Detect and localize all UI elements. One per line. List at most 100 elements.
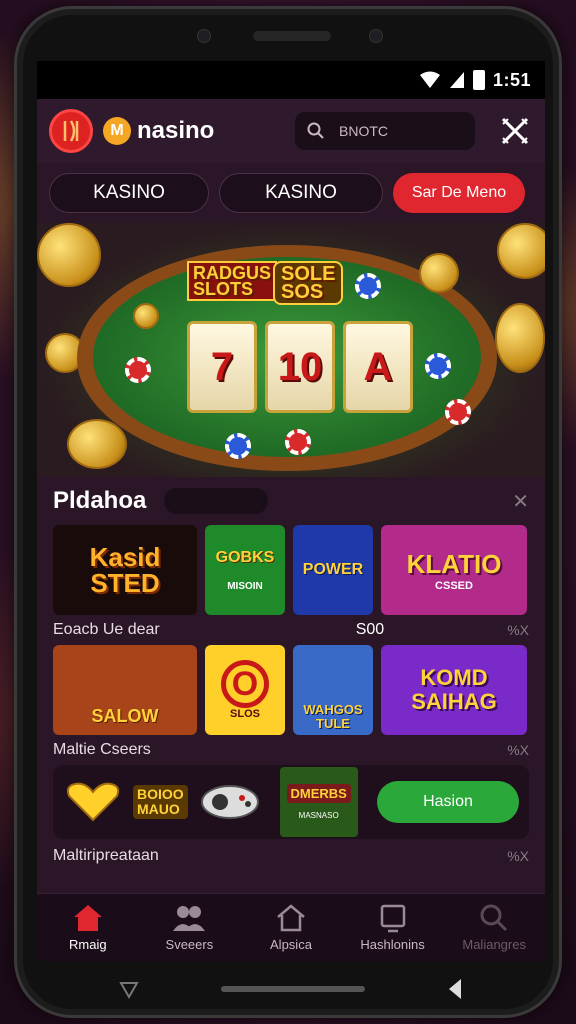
status-time: 1:51: [492, 69, 531, 90]
back-icon[interactable]: [445, 977, 465, 1001]
game-tile-gobks[interactable]: GOBKS MISOIN: [205, 525, 285, 615]
search-input[interactable]: BNOTC: [295, 112, 475, 150]
users-icon: [173, 906, 206, 931]
reel-1: 7: [187, 321, 257, 413]
slot-sign-right: SOLE SOS: [273, 261, 344, 305]
game-tile-title: O: [221, 660, 269, 708]
game-tile-title: SALOW: [91, 706, 159, 726]
chip-icon: [355, 273, 381, 299]
game-tile-subtitle: MISOIN: [227, 580, 263, 592]
chip-icon: [425, 353, 451, 379]
section-title: Pldahoa: [53, 487, 147, 514]
nav-item-home[interactable]: Rmaig: [37, 894, 139, 961]
gold-coin-icon: [497, 223, 545, 279]
nav-label: Hashlonins: [360, 937, 425, 952]
slot-sign-left: RADGUS SLOTS: [187, 261, 278, 301]
front-camera-icon: [369, 29, 383, 43]
play-button[interactable]: Hasion: [377, 781, 519, 823]
game-tile-title: KLATIO: [406, 548, 502, 579]
row-2-label: Maltie Cseers: [53, 741, 151, 758]
search-icon: [307, 122, 324, 139]
games-section: Pldahoa ✕ Kasid STED GOBKS MISOIN POWER …: [37, 477, 545, 873]
row-1-footer: Eoacb Ue dear S00 %X: [53, 615, 529, 645]
row-1-dismiss[interactable]: %X: [507, 622, 529, 638]
nav-label: Sveeers: [165, 937, 214, 952]
game-tile-title: KOMD SAIHAG: [411, 665, 497, 714]
nav-item-search[interactable]: Maliangres: [443, 894, 545, 961]
search-icon: [480, 904, 508, 932]
home-red-icon: [73, 905, 102, 931]
row-3-dismiss[interactable]: %X: [507, 848, 529, 864]
game-tile-slos[interactable]: O SLOS: [205, 645, 285, 735]
row-3-footer: Maltiripreataan %X: [53, 839, 529, 873]
section-close-icon[interactable]: ✕: [512, 489, 529, 514]
row-1-value: S00: [355, 621, 385, 638]
gold-coin-icon: [495, 303, 545, 373]
gold-coin-icon: [37, 223, 101, 287]
game-tile-wahgos[interactable]: WAHGOS TULE: [293, 645, 373, 735]
logo-mark-icon: [63, 120, 79, 142]
nav-label: Maliangres: [462, 937, 526, 952]
nav-label: Rmaig: [69, 937, 107, 952]
search-placeholder: BNOTC: [339, 123, 388, 139]
close-button[interactable]: [497, 113, 533, 149]
gold-coin-icon: [133, 303, 159, 329]
gamepad-icon: [200, 785, 259, 819]
games-row-2: SALOW O SLOS WAHGOS TULE KOMD SAIHAG: [53, 645, 529, 735]
chip-icon: [285, 429, 311, 455]
home-gesture-bar[interactable]: [221, 986, 365, 992]
category-tabs: KASINO KASINO Sar De Meno: [37, 163, 545, 223]
nav-item-users[interactable]: Sveeers: [139, 894, 241, 961]
chip-icon: [125, 357, 151, 383]
wifi-icon: [419, 71, 440, 88]
game-tile-subtitle: SLOS: [230, 708, 260, 720]
game-tile-komd[interactable]: KOMD SAIHAG: [381, 645, 527, 735]
row-2-footer: Maltie Cseers %X: [53, 735, 529, 765]
heart-chip-icon: [66, 782, 120, 822]
panel-game-title: DMERBS: [286, 784, 351, 803]
hero-banner[interactable]: RADGUS SLOTS SOLE SOS 7 10 A: [37, 223, 545, 477]
game-tile-title: WAHGOS TULE: [303, 702, 363, 731]
recents-icon[interactable]: [117, 977, 141, 1001]
game-tile-title: Kasid STED: [89, 542, 161, 598]
status-bar: 1:51: [37, 61, 545, 99]
tab-kasino-2[interactable]: KASINO: [219, 173, 383, 213]
app-header: M nasino BNOTC: [37, 99, 545, 163]
speaker-grille: [253, 31, 331, 41]
signal-icon: [449, 72, 464, 88]
close-x-icon: [501, 117, 529, 145]
row-3-label: Maltiripreataan: [53, 847, 159, 864]
game-tile-power[interactable]: POWER: [293, 525, 373, 615]
chip-icon: [225, 433, 251, 459]
game-tile-subtitle: CSSED: [435, 579, 473, 592]
panel-promo-label: BOIOO MAUO: [133, 785, 188, 819]
nav-item-tablet[interactable]: Hashlonins: [342, 894, 444, 961]
game-tile-salow[interactable]: SALOW: [53, 645, 197, 735]
panel-game-tile[interactable]: DMERBS MASNASO: [279, 767, 358, 837]
tab-cta-button[interactable]: Sar De Meno: [393, 173, 525, 213]
row-2-dismiss[interactable]: %X: [507, 742, 529, 758]
red-logo-icon[interactable]: [49, 109, 93, 153]
games-row-1: Kasid STED GOBKS MISOIN POWER KLATIO CSS…: [53, 525, 529, 615]
game-tile-klatio[interactable]: KLATIO CSSED: [381, 525, 527, 615]
row-1-label: Eoacb Ue dear: [53, 621, 160, 638]
house-icon: [277, 904, 305, 932]
featured-panel: BOIOO MAUO DMERBS MASNASO Hasion: [53, 765, 529, 839]
brand-name: nasino: [137, 117, 215, 144]
brand-badge: M: [103, 117, 131, 145]
gold-coin-icon: [419, 253, 459, 293]
nav-item-house[interactable]: Alpsica: [240, 894, 342, 961]
battery-icon: [472, 70, 485, 90]
brand[interactable]: M nasino: [103, 117, 214, 145]
chip-icon: [445, 399, 471, 425]
slot-reels: 7 10 A: [187, 321, 413, 413]
nav-label: Alpsica: [270, 937, 312, 952]
game-tile-kasid[interactable]: Kasid STED: [53, 525, 197, 615]
system-navigation: [37, 961, 545, 1017]
sensor-icon: [197, 29, 211, 43]
tab-kasino-1[interactable]: KASINO: [49, 173, 209, 213]
game-tile-title: POWER: [302, 561, 364, 578]
reel-2: 10: [265, 321, 335, 413]
tablet-icon: [380, 904, 405, 933]
section-header: Pldahoa ✕: [53, 477, 529, 525]
